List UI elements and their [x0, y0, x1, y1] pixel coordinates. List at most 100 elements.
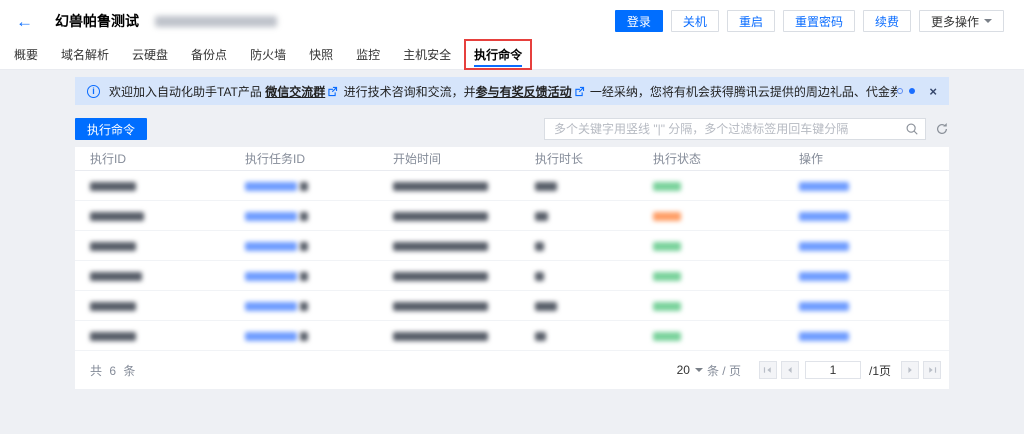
cell-execution-id [75, 299, 230, 313]
tab-overview[interactable]: 概要 [14, 42, 38, 70]
tab-dns[interactable]: 域名解析 [61, 42, 109, 70]
content-area: i 欢迎加入自动化助手TAT产品 微信交流群 进行技术咨询和交流，并参与有奖反馈… [0, 70, 1024, 434]
cell-execution-id [75, 209, 230, 223]
cell-execution-id [75, 179, 230, 193]
blurred-task-id-link[interactable] [245, 301, 297, 311]
blurred-copy-icon[interactable] [300, 211, 308, 221]
blurred-execution-id [90, 211, 144, 221]
tab-host-security[interactable]: 主机安全 [403, 42, 451, 70]
search-box [544, 118, 926, 140]
external-link-icon [574, 86, 585, 100]
tab-execute-command[interactable]: 执行命令 [464, 38, 533, 70]
cell-duration [520, 329, 638, 343]
cell-duration [520, 269, 638, 283]
blurred-task-id-link[interactable] [245, 331, 297, 341]
tab-execute-command-label: 执行命令 [474, 47, 523, 62]
blurred-duration [535, 271, 544, 281]
reset-password-button[interactable]: 重置密码 [782, 10, 855, 32]
tab-cloud-disk[interactable]: 云硬盘 [132, 42, 168, 70]
column-header-duration: 执行时长 [535, 152, 584, 166]
blurred-duration [535, 241, 544, 251]
tab-firewall[interactable]: 防火墙 [250, 42, 286, 70]
instance-info-blurred [155, 15, 277, 27]
blurred-copy-icon[interactable] [300, 271, 308, 281]
blurred-operation-link[interactable] [799, 301, 849, 311]
active-tab-underline [474, 64, 523, 67]
cell-status [638, 329, 784, 343]
cell-task-id [230, 299, 378, 313]
cell-start-time [378, 209, 520, 223]
page-size-select[interactable]: 20 [677, 363, 703, 377]
blurred-operation-link[interactable] [799, 331, 849, 341]
restart-button[interactable]: 重启 [726, 10, 775, 32]
table-row [75, 321, 949, 351]
prev-page-button[interactable] [780, 361, 799, 379]
banner-text-segment: 欢迎加入自动化助手TAT产品 [109, 84, 266, 99]
cell-start-time [378, 329, 520, 343]
back-arrow-icon[interactable]: ← [16, 13, 33, 30]
pagination: 20 条 / 页 /1页 [677, 361, 941, 379]
cell-duration [520, 299, 638, 313]
blurred-execution-id [90, 331, 136, 341]
table-body [75, 171, 949, 351]
more-actions-button[interactable]: 更多操作 [918, 10, 1004, 32]
blurred-task-id-link[interactable] [245, 271, 297, 281]
carousel-dots [897, 88, 916, 94]
cell-duration [520, 179, 638, 193]
refresh-icon[interactable] [935, 122, 949, 136]
blurred-operation-link[interactable] [799, 181, 849, 191]
login-button[interactable]: 登录 [614, 10, 663, 32]
cell-status [638, 299, 784, 313]
shutdown-button[interactable]: 关机 [670, 10, 719, 32]
column-header-operation: 操作 [799, 152, 824, 166]
blurred-start-time [393, 271, 488, 281]
blurred-copy-icon[interactable] [300, 241, 308, 251]
banner-text: 欢迎加入自动化助手TAT产品 微信交流群 进行技术咨询和交流，并参与有奖反馈活动… [109, 83, 897, 100]
execute-command-button[interactable]: 执行命令 [75, 118, 148, 140]
cell-start-time [378, 269, 520, 283]
blurred-task-id-link[interactable] [245, 181, 297, 191]
cell-operation [784, 329, 949, 343]
cell-task-id [230, 239, 378, 253]
page-title: 幻兽帕鲁测试 [55, 13, 139, 29]
topbar-actions: 登录 关机 重启 重置密码 续费 更多操作 [614, 10, 1004, 32]
search-input[interactable] [554, 122, 905, 136]
blurred-operation-link[interactable] [799, 271, 849, 281]
blurred-start-time [393, 241, 488, 251]
blurred-task-id-link[interactable] [245, 211, 297, 221]
blurred-operation-link[interactable] [799, 241, 849, 251]
cell-operation [784, 299, 949, 313]
page-number-input[interactable] [804, 361, 861, 379]
blurred-task-id-link[interactable] [245, 241, 297, 251]
cell-operation [784, 179, 949, 193]
tab-monitor[interactable]: 监控 [356, 42, 380, 70]
last-page-button[interactable] [923, 361, 941, 379]
carousel-dot-inactive[interactable] [897, 88, 904, 94]
execution-table: 执行ID 执行任务ID 开始时间 执行时长 执行状态 操作 共 6 条 20 条… [75, 147, 949, 389]
blurred-execution-id [90, 271, 142, 281]
close-icon[interactable]: × [929, 85, 937, 98]
blurred-copy-icon[interactable] [300, 301, 308, 311]
blurred-start-time [393, 211, 488, 221]
tab-snapshot[interactable]: 快照 [309, 42, 333, 70]
next-page-button[interactable] [901, 361, 919, 379]
table-row [75, 171, 949, 201]
cell-status [638, 179, 784, 193]
search-icon[interactable] [905, 122, 919, 136]
cell-execution-id [75, 269, 230, 283]
feedback-activity-link[interactable]: 参与有奖反馈活动 [476, 85, 572, 99]
wechat-group-link[interactable]: 微信交流群 [265, 85, 325, 99]
cell-task-id [230, 269, 378, 283]
table-row [75, 261, 949, 291]
cell-duration [520, 239, 638, 253]
first-page-button[interactable] [758, 361, 777, 379]
renew-button[interactable]: 续费 [862, 10, 911, 32]
blurred-duration [535, 331, 546, 341]
blurred-operation-link[interactable] [799, 211, 849, 221]
blurred-copy-icon[interactable] [300, 181, 308, 191]
blurred-copy-icon[interactable] [300, 331, 308, 341]
carousel-dot-active[interactable] [909, 88, 916, 94]
cell-start-time [378, 299, 520, 313]
more-actions-label: 更多操作 [930, 14, 979, 29]
tab-backup-point[interactable]: 备份点 [191, 42, 227, 70]
